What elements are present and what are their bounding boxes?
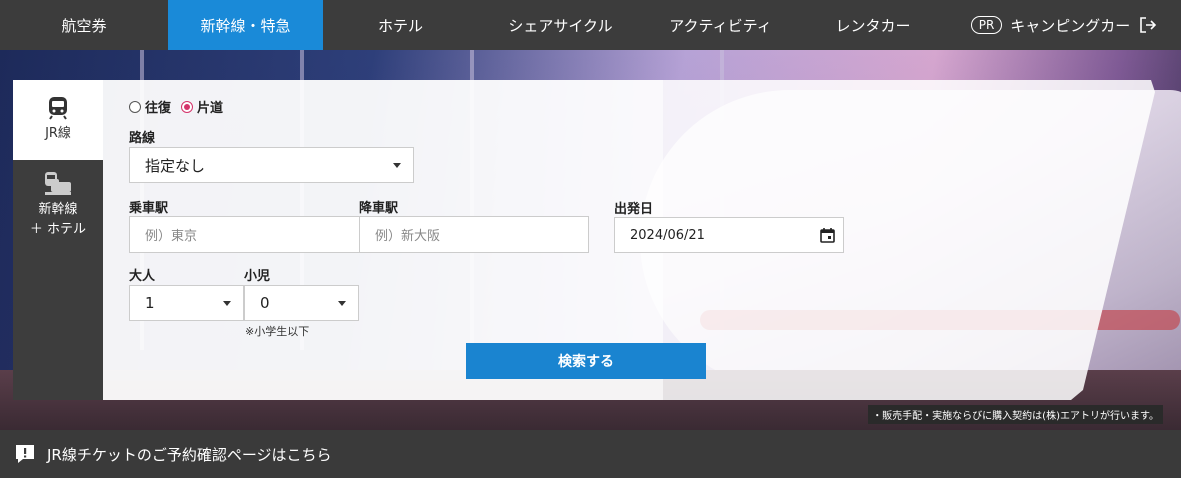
adults-select[interactable]: 1 [129, 285, 244, 321]
nav-activity[interactable]: アクティビティ [643, 0, 798, 50]
tab-shinkansen-hotel-label-line1: 新幹線 [38, 202, 78, 217]
tab-jr-line[interactable]: JR線 [13, 80, 103, 160]
nav-flights-label: 航空券 [61, 16, 107, 35]
calendar-icon[interactable] [820, 228, 835, 243]
radio-round-trip-dot[interactable] [129, 100, 141, 113]
trip-type-radio-group: 往復 片道 [129, 97, 223, 116]
nav-share-cycle-label: シェアサイクル [508, 16, 613, 35]
radio-one-way-label: 片道 [197, 101, 224, 116]
nav-rental-car[interactable]: レンタカー [798, 0, 948, 50]
tab-jr-line-label: JR線 [45, 126, 71, 141]
radio-one-way-dot[interactable] [181, 100, 194, 113]
departure-date-input[interactable]: 2024/06/21 [614, 217, 844, 253]
route-label: 路線 [129, 131, 156, 146]
external-link-icon [1140, 17, 1157, 33]
radio-one-way[interactable]: 片道 [181, 97, 223, 116]
departure-date-label: 出発日 [614, 202, 654, 217]
radio-round-trip-label: 往復 [145, 101, 172, 116]
chevron-down-icon [393, 163, 401, 168]
route-select[interactable]: 指定なし [129, 147, 414, 183]
nav-share-cycle[interactable]: シェアサイクル [478, 0, 643, 50]
from-station-input[interactable]: 例）東京 [129, 216, 360, 253]
alert-icon [16, 445, 34, 463]
children-select[interactable]: 0 [244, 285, 359, 321]
chevron-down-icon [223, 301, 231, 306]
route-select-value: 指定なし [145, 156, 206, 175]
train-icon [49, 97, 67, 120]
top-nav: 航空券 新幹線・特急 ホテル シェアサイクル アクティビティ レンタカー PR … [0, 0, 1181, 50]
to-station-label: 降車駅 [359, 201, 399, 216]
nav-flights[interactable]: 航空券 [0, 0, 168, 50]
children-label: 小児 [244, 269, 271, 284]
chevron-down-icon [338, 301, 346, 306]
search-button[interactable]: 検索する [466, 343, 706, 379]
nav-rental-car-label: レンタカー [835, 16, 911, 35]
nav-camping-car[interactable]: PR キャンピングカー [948, 0, 1181, 50]
from-station-label: 乗車駅 [129, 201, 169, 216]
pr-badge: PR [970, 16, 1003, 34]
children-note: ※小学生以下 [245, 325, 310, 338]
departure-date-value: 2024/06/21 [630, 227, 705, 243]
adults-select-value: 1 [145, 294, 155, 312]
nav-hotel[interactable]: ホテル [323, 0, 478, 50]
to-station-input[interactable]: 例）新大阪 [359, 216, 589, 253]
from-station-placeholder: 例）東京 [145, 229, 198, 244]
reservation-check-label: JR線チケットのご予約確認ページはこちら [47, 445, 332, 464]
children-select-value: 0 [260, 294, 270, 312]
tab-shinkansen-hotel-label-line2: ＋ ホテル [29, 222, 87, 237]
nav-camping-car-label: キャンピングカー [1010, 16, 1131, 35]
adults-label: 大人 [129, 269, 156, 284]
nav-activity-label: アクティビティ [669, 16, 772, 35]
radio-round-trip[interactable]: 往復 [129, 97, 171, 116]
train-hotel-icon [45, 172, 71, 195]
side-tabs: JR線 新幹線 ＋ ホテル [13, 80, 103, 400]
nav-hotel-label: ホテル [377, 16, 423, 35]
nav-shinkansen-label: 新幹線・特急 [200, 16, 291, 35]
to-station-placeholder: 例）新大阪 [375, 229, 441, 244]
disclaimer-text: ・販売手配・実施ならびに購入契約は(株)エアトリが行います。 [868, 405, 1163, 424]
nav-shinkansen[interactable]: 新幹線・特急 [168, 0, 323, 50]
tab-shinkansen-hotel[interactable]: 新幹線 ＋ ホテル [13, 160, 103, 250]
reservation-check-link[interactable]: JR線チケットのご予約確認ページはこちら [0, 430, 1181, 478]
